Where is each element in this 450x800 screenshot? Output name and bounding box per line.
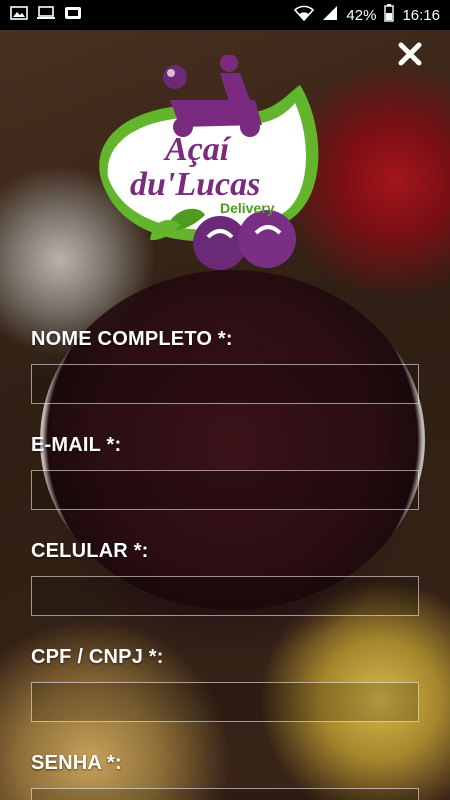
full-name-input[interactable]	[31, 364, 419, 404]
brand-logo: Açaí du'Lucas Delivery	[80, 54, 350, 285]
status-left	[10, 6, 82, 24]
field-label: CPF / CNPJ *:	[31, 646, 164, 668]
field-celular: CELULAR *:	[31, 540, 419, 616]
signup-screen: 42% 16:16 Açaí du'Lucas Delivery NOME CO…	[0, 0, 450, 800]
field-label: SENHA *:	[31, 752, 122, 774]
field-label: CELULAR *:	[31, 540, 149, 562]
battery-percent: 42%	[346, 6, 377, 24]
signal-icon	[322, 5, 338, 25]
sim-icon	[64, 6, 82, 24]
email-input[interactable]	[31, 470, 419, 510]
logo-line2: du'Lucas	[130, 166, 260, 203]
cpf-cnpj-input[interactable]	[31, 682, 419, 722]
field-senha: SENHA *:	[31, 752, 419, 800]
password-input[interactable]	[31, 788, 419, 800]
wifi-icon	[294, 5, 315, 25]
field-nome-completo: NOME COMPLETO *:	[31, 328, 419, 404]
clock: 16:16	[402, 6, 440, 24]
battery-icon	[384, 4, 395, 26]
photo-icon	[10, 6, 28, 24]
scooter-rider-icon	[170, 54, 262, 137]
field-cpf-cnpj: CPF / CNPJ *:	[31, 646, 419, 722]
logo-line1: Açaí	[163, 131, 232, 168]
field-label: E-MAIL *:	[31, 434, 122, 456]
status-bar: 42% 16:16	[0, 0, 450, 30]
phone-input[interactable]	[31, 576, 419, 616]
close-button[interactable]	[392, 36, 428, 72]
field-email: E-MAIL *:	[31, 434, 419, 510]
laptop-icon	[36, 6, 56, 24]
close-icon	[398, 42, 422, 66]
logo-tagline: Delivery	[220, 200, 275, 216]
field-label: NOME COMPLETO *:	[31, 328, 233, 350]
signup-form: NOME COMPLETO *: E-MAIL *: CELULAR *: CP…	[31, 328, 419, 800]
status-right: 42% 16:16	[294, 4, 440, 26]
